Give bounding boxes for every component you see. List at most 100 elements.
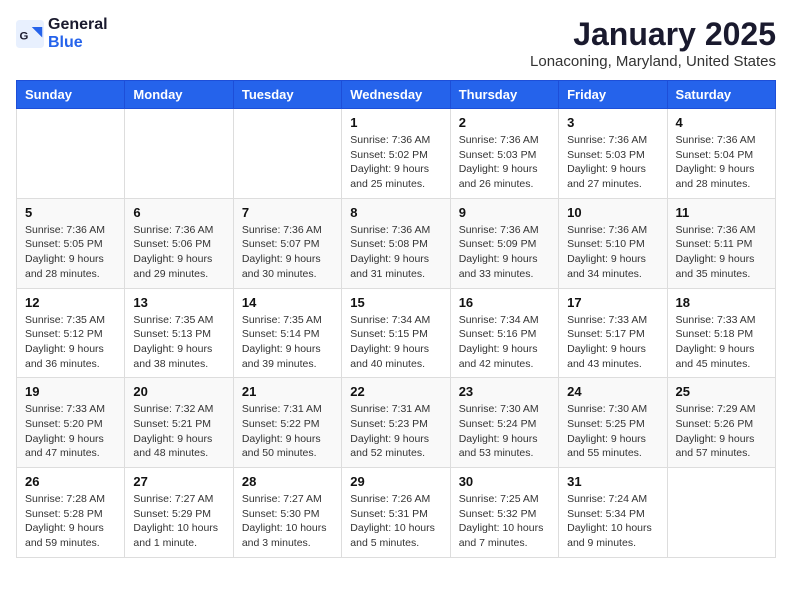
day-number: 22 [350, 384, 441, 399]
day-number: 6 [133, 205, 224, 220]
weekday-header-row: SundayMondayTuesdayWednesdayThursdayFrid… [17, 81, 776, 109]
day-number: 20 [133, 384, 224, 399]
day-number: 31 [567, 474, 658, 489]
calendar-cell: 21 Sunrise: 7:31 AM Sunset: 5:22 PM Dayli… [233, 378, 341, 468]
weekday-header-sunday: Sunday [17, 81, 125, 109]
day-number: 10 [567, 205, 658, 220]
day-detail: Sunrise: 7:36 AM Sunset: 5:04 PM Dayligh… [676, 133, 767, 192]
day-detail: Sunrise: 7:36 AM Sunset: 5:03 PM Dayligh… [459, 133, 550, 192]
calendar-cell: 20 Sunrise: 7:32 AM Sunset: 5:21 PM Dayli… [125, 378, 233, 468]
day-detail: Sunrise: 7:26 AM Sunset: 5:31 PM Dayligh… [350, 492, 441, 551]
day-number: 3 [567, 115, 658, 130]
day-number: 26 [25, 474, 116, 489]
day-detail: Sunrise: 7:30 AM Sunset: 5:25 PM Dayligh… [567, 402, 658, 461]
day-detail: Sunrise: 7:35 AM Sunset: 5:12 PM Dayligh… [25, 313, 116, 372]
day-number: 23 [459, 384, 550, 399]
day-number: 15 [350, 295, 441, 310]
month-title: January 2025 [530, 16, 776, 53]
calendar-cell: 30Sunrise: 7:25 AM Sunset: 5:32 PM Dayli… [450, 468, 558, 558]
weekday-header-tuesday: Tuesday [233, 81, 341, 109]
day-number: 27 [133, 474, 224, 489]
calendar-cell [17, 109, 125, 199]
day-detail: Sunrise: 7:36 AM Sunset: 5:09 PM Dayligh… [459, 223, 550, 282]
calendar-cell: 9 Sunrise: 7:36 AM Sunset: 5:09 PM Daylig… [450, 198, 558, 288]
calendar-cell: 18 Sunrise: 7:33 AM Sunset: 5:18 PM Dayli… [667, 288, 775, 378]
calendar-cell: 11 Sunrise: 7:36 AM Sunset: 5:11 PM Dayli… [667, 198, 775, 288]
day-number: 8 [350, 205, 441, 220]
day-detail: Sunrise: 7:33 AM Sunset: 5:17 PM Dayligh… [567, 313, 658, 372]
day-detail: Sunrise: 7:30 AM Sunset: 5:24 PM Dayligh… [459, 402, 550, 461]
day-detail: Sunrise: 7:35 AM Sunset: 5:13 PM Dayligh… [133, 313, 224, 372]
calendar-cell: 24 Sunrise: 7:30 AM Sunset: 5:25 PM Dayli… [559, 378, 667, 468]
location-title: Lonaconing, Maryland, United States [530, 53, 776, 70]
day-detail: Sunrise: 7:32 AM Sunset: 5:21 PM Dayligh… [133, 402, 224, 461]
day-detail: Sunrise: 7:34 AM Sunset: 5:15 PM Dayligh… [350, 313, 441, 372]
day-number: 25 [676, 384, 767, 399]
calendar-cell [125, 109, 233, 199]
calendar-cell: 8 Sunrise: 7:36 AM Sunset: 5:08 PM Daylig… [342, 198, 450, 288]
weekday-header-saturday: Saturday [667, 81, 775, 109]
logo: G General Blue [16, 16, 108, 51]
day-detail: Sunrise: 7:36 AM Sunset: 5:03 PM Dayligh… [567, 133, 658, 192]
day-detail: Sunrise: 7:33 AM Sunset: 5:18 PM Dayligh… [676, 313, 767, 372]
calendar-cell: 19 Sunrise: 7:33 AM Sunset: 5:20 PM Dayli… [17, 378, 125, 468]
calendar-week-row: 19 Sunrise: 7:33 AM Sunset: 5:20 PM Dayli… [17, 378, 776, 468]
day-number: 9 [459, 205, 550, 220]
calendar-cell: 10 Sunrise: 7:36 AM Sunset: 5:10 PM Dayli… [559, 198, 667, 288]
calendar-cell: 17 Sunrise: 7:33 AM Sunset: 5:17 PM Dayli… [559, 288, 667, 378]
calendar-week-row: 26 Sunrise: 7:28 AM Sunset: 5:28 PM Dayli… [17, 468, 776, 558]
calendar-cell: 5 Sunrise: 7:36 AM Sunset: 5:05 PM Daylig… [17, 198, 125, 288]
day-number: 21 [242, 384, 333, 399]
calendar-cell: 2 Sunrise: 7:36 AM Sunset: 5:03 PM Daylig… [450, 109, 558, 199]
day-number: 2 [459, 115, 550, 130]
day-detail: Sunrise: 7:31 AM Sunset: 5:23 PM Dayligh… [350, 402, 441, 461]
day-number: 7 [242, 205, 333, 220]
day-detail: Sunrise: 7:36 AM Sunset: 5:05 PM Dayligh… [25, 223, 116, 282]
svg-text:G: G [20, 30, 29, 42]
calendar-cell [233, 109, 341, 199]
calendar-cell: 6Sunrise: 7:36 AM Sunset: 5:06 PM Daylig… [125, 198, 233, 288]
day-detail: Sunrise: 7:36 AM Sunset: 5:02 PM Dayligh… [350, 133, 441, 192]
day-detail: Sunrise: 7:28 AM Sunset: 5:28 PM Dayligh… [25, 492, 116, 551]
day-detail: Sunrise: 7:34 AM Sunset: 5:16 PM Dayligh… [459, 313, 550, 372]
day-detail: Sunrise: 7:36 AM Sunset: 5:07 PM Dayligh… [242, 223, 333, 282]
calendar-cell: 25Sunrise: 7:29 AM Sunset: 5:26 PM Dayli… [667, 378, 775, 468]
calendar-cell: 12 Sunrise: 7:35 AM Sunset: 5:12 PM Dayli… [17, 288, 125, 378]
day-number: 19 [25, 384, 116, 399]
day-number: 12 [25, 295, 116, 310]
day-number: 17 [567, 295, 658, 310]
calendar-cell: 31Sunrise: 7:24 AM Sunset: 5:34 PM Dayli… [559, 468, 667, 558]
calendar-cell: 1Sunrise: 7:36 AM Sunset: 5:02 PM Daylig… [342, 109, 450, 199]
day-number: 5 [25, 205, 116, 220]
weekday-header-friday: Friday [559, 81, 667, 109]
calendar-cell: 29 Sunrise: 7:26 AM Sunset: 5:31 PM Dayli… [342, 468, 450, 558]
calendar-cell: 16Sunrise: 7:34 AM Sunset: 5:16 PM Dayli… [450, 288, 558, 378]
day-number: 29 [350, 474, 441, 489]
weekday-header-thursday: Thursday [450, 81, 558, 109]
day-number: 11 [676, 205, 767, 220]
calendar-cell: 3 Sunrise: 7:36 AM Sunset: 5:03 PM Daylig… [559, 109, 667, 199]
day-detail: Sunrise: 7:36 AM Sunset: 5:11 PM Dayligh… [676, 223, 767, 282]
day-number: 4 [676, 115, 767, 130]
day-detail: Sunrise: 7:31 AM Sunset: 5:22 PM Dayligh… [242, 402, 333, 461]
logo-icon: G [16, 20, 44, 48]
calendar-cell [667, 468, 775, 558]
day-detail: Sunrise: 7:33 AM Sunset: 5:20 PM Dayligh… [25, 402, 116, 461]
title-section: January 2025 Lonaconing, Maryland, Unite… [530, 16, 776, 70]
day-number: 28 [242, 474, 333, 489]
day-detail: Sunrise: 7:25 AM Sunset: 5:32 PM Dayligh… [459, 492, 550, 551]
calendar-cell: 26 Sunrise: 7:28 AM Sunset: 5:28 PM Dayli… [17, 468, 125, 558]
weekday-header-monday: Monday [125, 81, 233, 109]
day-detail: Sunrise: 7:27 AM Sunset: 5:30 PM Dayligh… [242, 492, 333, 551]
weekday-header-wednesday: Wednesday [342, 81, 450, 109]
day-detail: Sunrise: 7:36 AM Sunset: 5:08 PM Dayligh… [350, 223, 441, 282]
calendar-cell: 13Sunrise: 7:35 AM Sunset: 5:13 PM Dayli… [125, 288, 233, 378]
day-number: 24 [567, 384, 658, 399]
calendar-cell: 15 Sunrise: 7:34 AM Sunset: 5:15 PM Dayli… [342, 288, 450, 378]
day-detail: Sunrise: 7:36 AM Sunset: 5:10 PM Dayligh… [567, 223, 658, 282]
day-detail: Sunrise: 7:27 AM Sunset: 5:29 PM Dayligh… [133, 492, 224, 551]
day-number: 18 [676, 295, 767, 310]
day-number: 14 [242, 295, 333, 310]
calendar-cell: 7 Sunrise: 7:36 AM Sunset: 5:07 PM Daylig… [233, 198, 341, 288]
calendar-cell: 4 Sunrise: 7:36 AM Sunset: 5:04 PM Daylig… [667, 109, 775, 199]
